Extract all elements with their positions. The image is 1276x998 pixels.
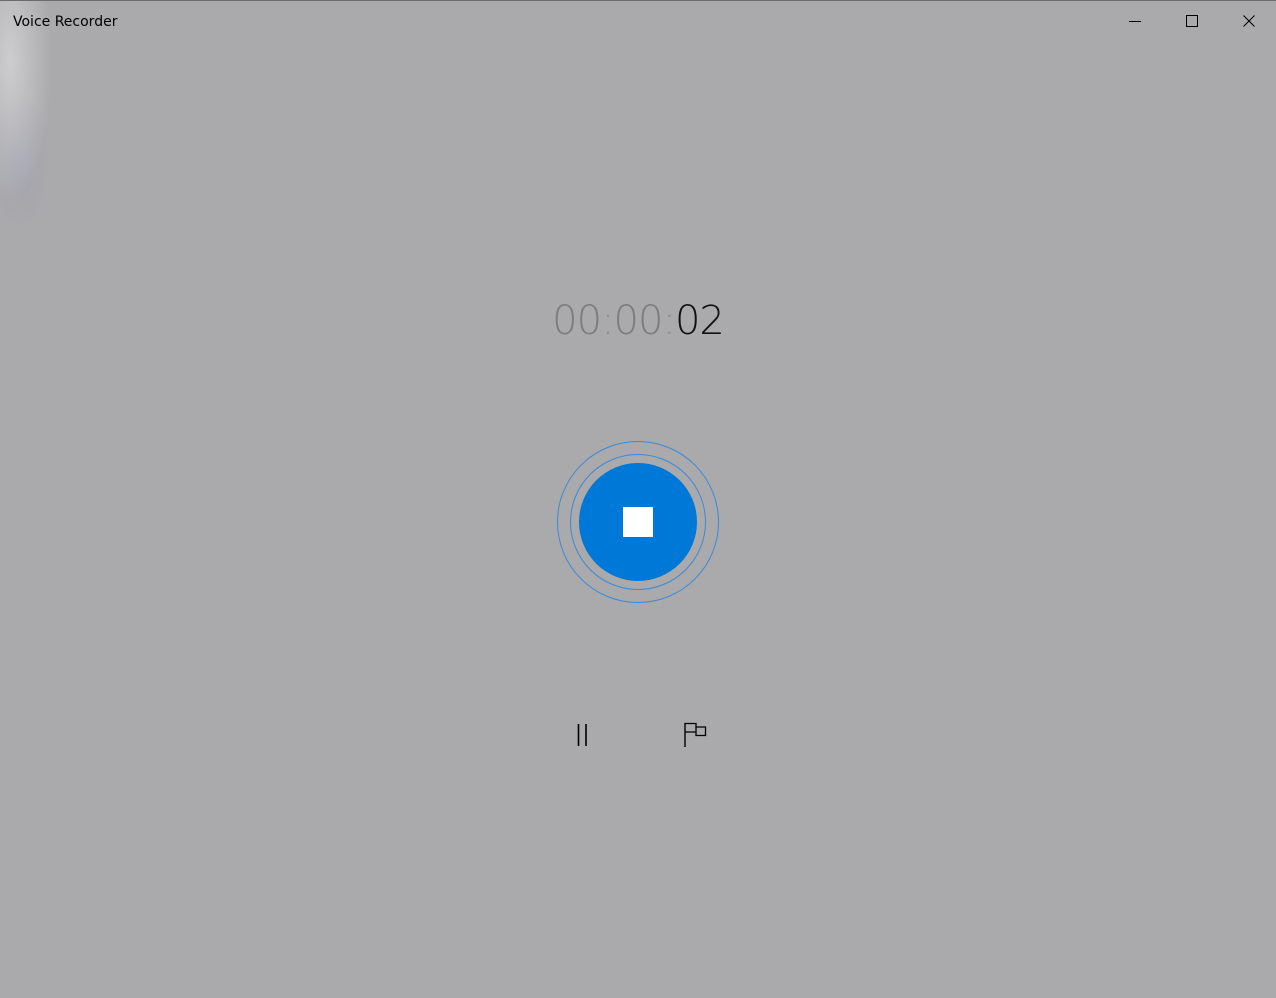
timer-separator: : [601, 298, 615, 344]
voice-recorder-window: Voice Recorder 00:00:02 [0, 0, 1276, 998]
close-icon [1242, 15, 1255, 27]
minimize-icon [1128, 21, 1141, 22]
stop-icon [623, 507, 653, 537]
timer-separator: : [662, 298, 676, 344]
flag-icon [684, 722, 707, 747]
stop-recording-button[interactable] [579, 463, 697, 581]
stop-recording-control [556, 440, 720, 604]
pause-recording-button[interactable] [558, 713, 606, 757]
window-title: Voice Recorder [13, 14, 118, 30]
pause-icon [577, 724, 587, 746]
minimize-button[interactable] [1106, 1, 1163, 41]
timer-hours: 00 [552, 298, 602, 344]
timer-seconds: 02 [674, 298, 725, 344]
timer-minutes: 00 [613, 298, 664, 344]
maximize-icon [1185, 15, 1198, 27]
maximize-button[interactable] [1163, 1, 1220, 41]
title-bar[interactable]: Voice Recorder [0, 1, 1276, 43]
recording-timer: 00:00:02 [0, 297, 1276, 345]
close-button[interactable] [1220, 1, 1276, 41]
add-marker-button[interactable] [671, 713, 719, 757]
